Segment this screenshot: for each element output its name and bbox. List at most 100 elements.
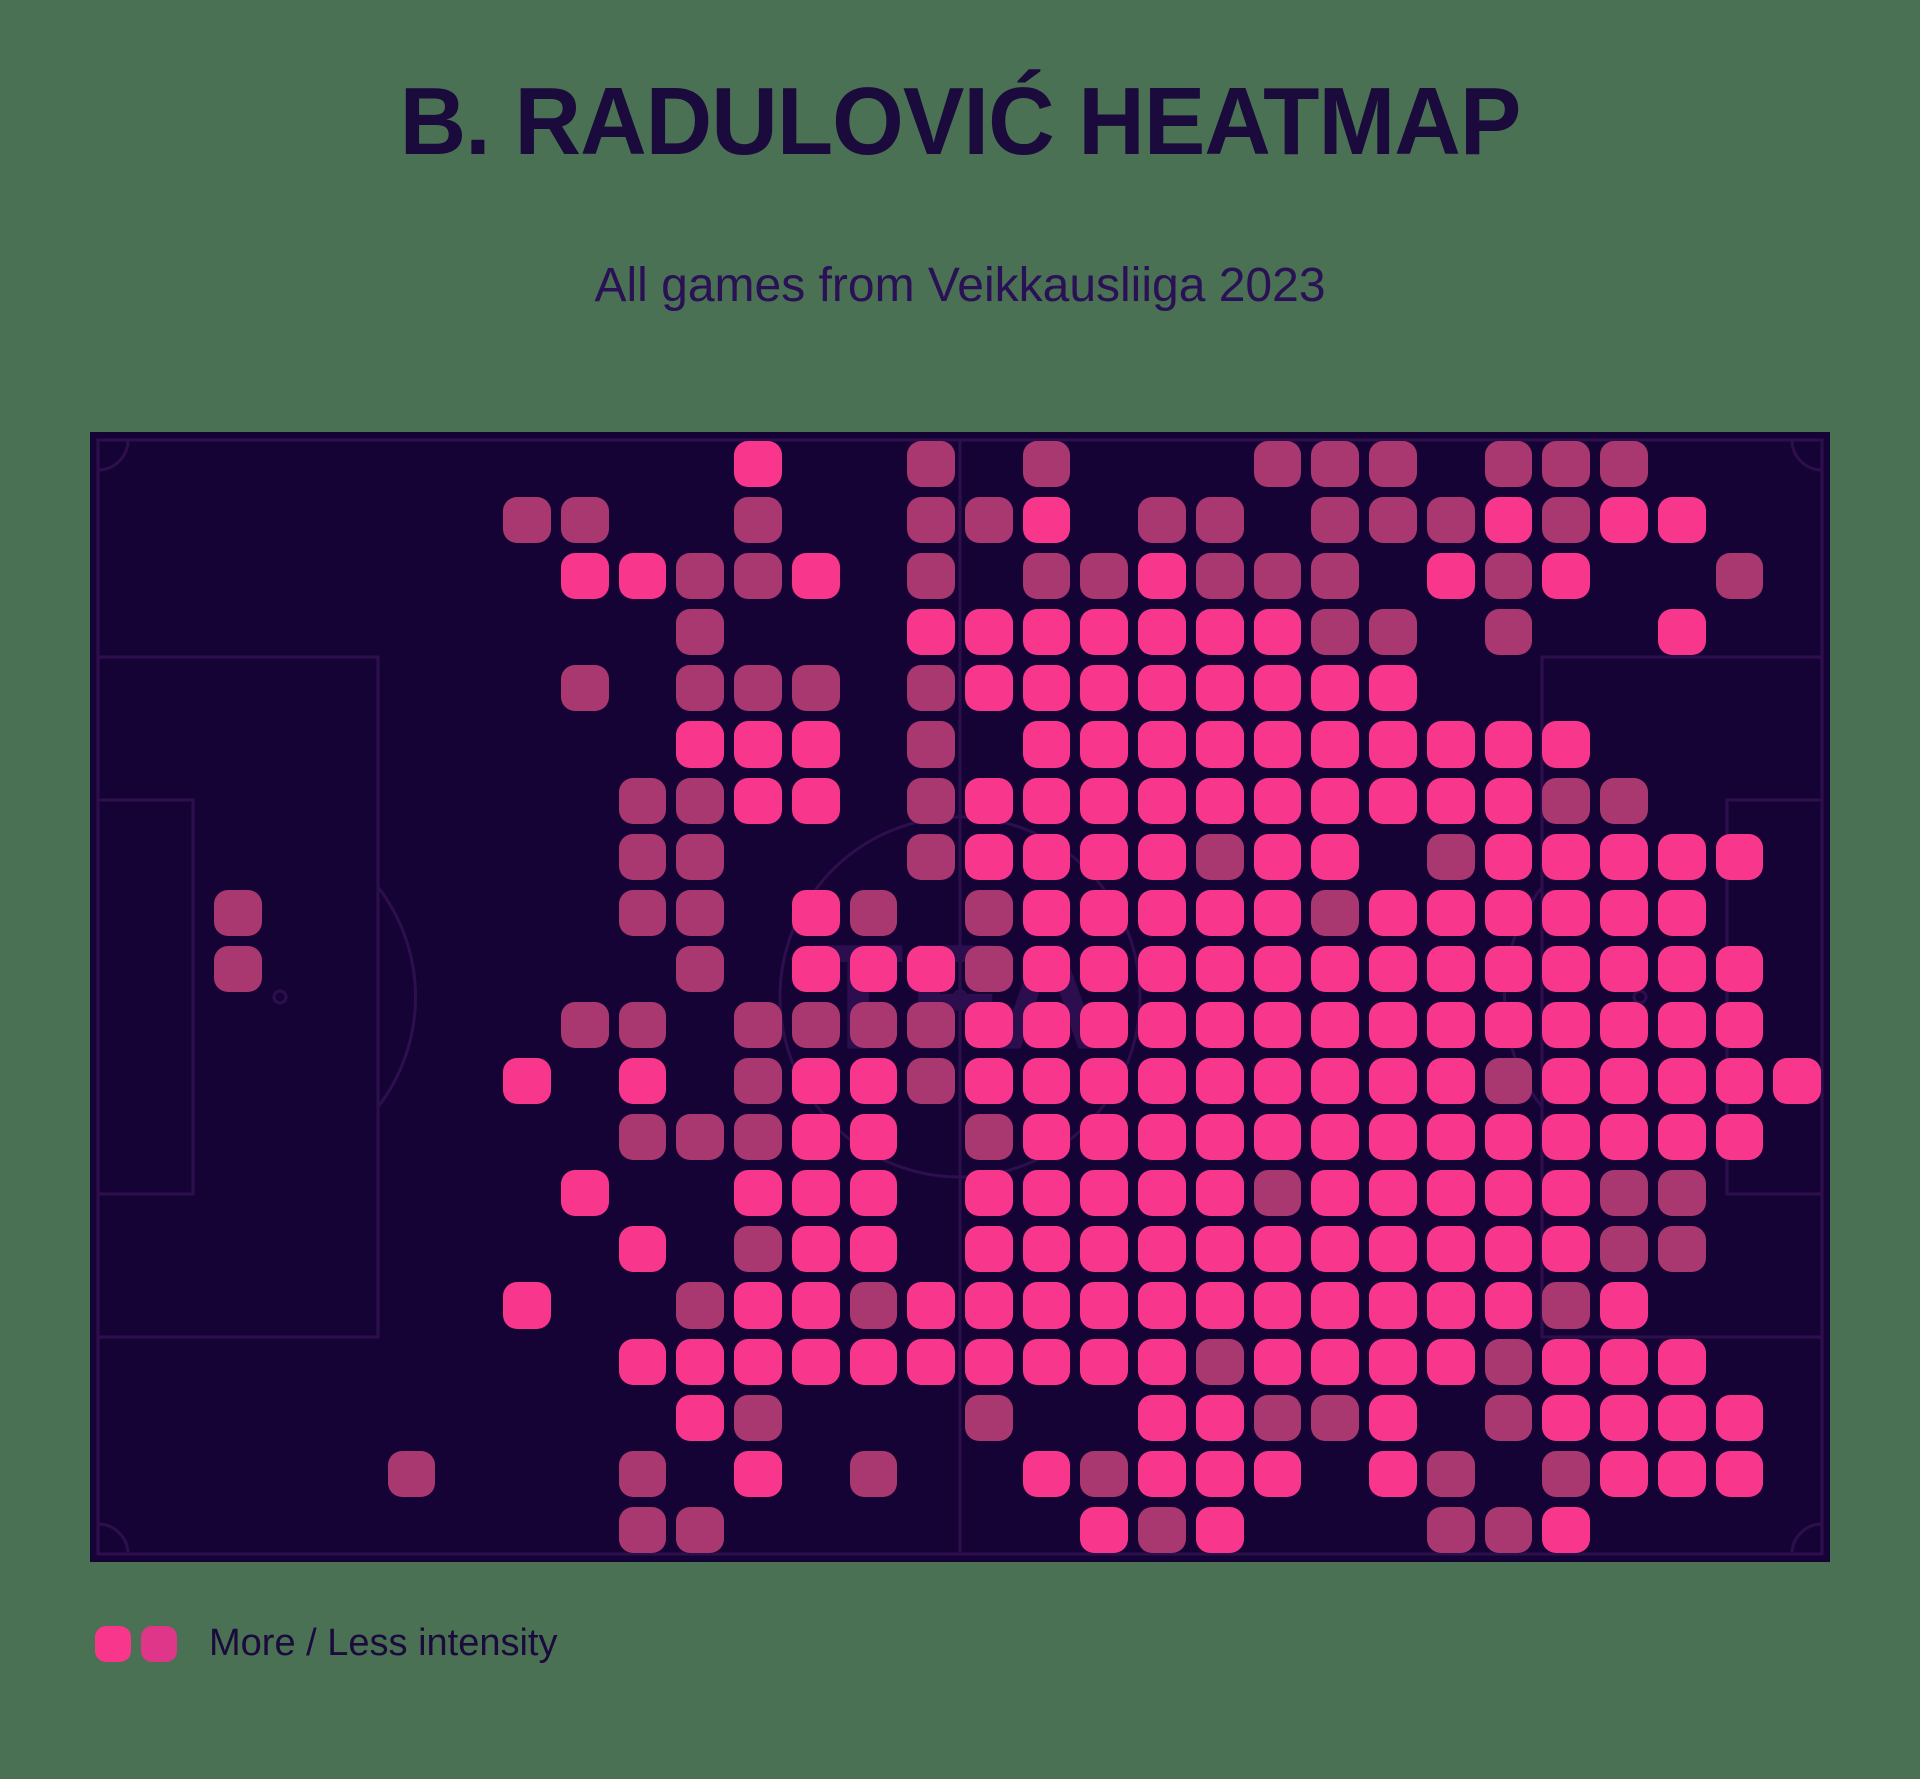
heat-cell-empty	[561, 946, 609, 992]
heat-cell	[1600, 889, 1648, 936]
heat-cell	[1369, 1170, 1417, 1217]
heat-cell	[1195, 665, 1244, 712]
heat-cell	[1426, 1001, 1475, 1049]
heat-cell	[618, 777, 667, 824]
heat-cell	[1311, 1001, 1360, 1049]
heat-cell	[1311, 1058, 1360, 1105]
heat-cell-empty	[1773, 441, 1821, 487]
page-subtitle: All games from Veikkausliiga 2023	[594, 259, 1326, 312]
heat-cell	[1426, 1226, 1475, 1273]
heat-cell	[1022, 1282, 1071, 1329]
heat-cell	[1369, 721, 1417, 768]
heat-cell	[1022, 1114, 1071, 1161]
heatmap-grid	[90, 432, 1830, 1562]
heat-cell	[907, 833, 955, 880]
heat-cell-empty	[1773, 497, 1821, 543]
heat-cell-empty	[1542, 665, 1590, 711]
heat-cell-empty	[1138, 441, 1186, 487]
heat-cell	[1311, 665, 1360, 712]
heat-cell	[503, 497, 551, 544]
heat-cell-empty	[1600, 553, 1648, 599]
heat-cell	[1195, 553, 1244, 600]
football-pitch: TFA	[90, 432, 1830, 1562]
heat-cell	[560, 665, 609, 712]
heat-cell	[1369, 889, 1417, 936]
heat-cell	[965, 777, 1013, 824]
heat-cell-empty	[445, 1170, 493, 1216]
heat-cell	[965, 665, 1013, 712]
heat-cell	[676, 1114, 725, 1161]
heat-cell-empty	[561, 1507, 609, 1553]
heat-cell-empty	[503, 1451, 551, 1497]
heat-cell-empty	[445, 1507, 493, 1553]
heat-cell	[1715, 553, 1764, 600]
heat-cell	[1542, 497, 1591, 544]
heat-cell	[1542, 1450, 1591, 1497]
heat-cell	[849, 889, 898, 936]
heat-cell-empty	[561, 778, 609, 824]
heat-cell	[1311, 1394, 1360, 1441]
heat-cell-empty	[99, 553, 147, 599]
heat-cell	[1138, 1226, 1186, 1273]
heat-cell-empty	[503, 1114, 551, 1160]
heat-cell-empty	[445, 441, 493, 487]
heat-cell	[1311, 1226, 1360, 1273]
heat-cell-empty	[272, 665, 320, 711]
heat-cell-empty	[99, 946, 147, 992]
heat-cell-empty	[445, 946, 493, 992]
heat-cell	[1657, 1114, 1706, 1161]
heat-cell-empty	[214, 721, 262, 767]
heat-cell-empty	[503, 1395, 551, 1441]
heat-cell	[1080, 1282, 1129, 1329]
heat-cell-empty	[1773, 946, 1821, 992]
heat-cell-empty	[1716, 1339, 1764, 1385]
heat-cell-empty	[214, 1002, 262, 1048]
heat-cell	[849, 1226, 898, 1273]
heat-cell-empty	[676, 1170, 724, 1216]
heat-cell-empty	[445, 721, 493, 767]
heat-cell-empty	[272, 721, 320, 767]
heat-cell	[1253, 1001, 1302, 1049]
heat-cell	[1426, 1506, 1475, 1553]
heat-cell	[1138, 1450, 1186, 1497]
heat-cell-empty	[157, 1002, 205, 1048]
heat-cell-empty	[157, 665, 205, 711]
heat-cell-empty	[1658, 441, 1706, 487]
heat-cell	[1600, 1001, 1648, 1049]
heat-cell-empty	[157, 834, 205, 880]
heat-cell-empty	[388, 441, 436, 487]
heat-cell-empty	[157, 1170, 205, 1216]
heat-cell	[907, 553, 955, 600]
heat-cell-empty	[503, 1339, 551, 1385]
heat-cell	[1022, 665, 1071, 712]
heat-cell	[791, 1114, 840, 1161]
heat-cell-empty	[388, 778, 436, 824]
heat-cell	[1657, 609, 1706, 656]
heat-cell-empty	[330, 1507, 378, 1553]
heat-cell	[1253, 1394, 1302, 1441]
heat-cell-empty	[1773, 1002, 1821, 1048]
heat-cell-empty	[330, 609, 378, 655]
legend-swatch-less	[141, 1625, 177, 1662]
heat-cell	[1542, 1338, 1591, 1385]
heat-cell	[734, 665, 782, 712]
heat-cell	[1657, 889, 1706, 936]
heat-cell	[1138, 1114, 1186, 1161]
heat-cell	[1484, 1001, 1533, 1049]
heat-cell	[1484, 553, 1533, 600]
heat-cell-empty	[734, 890, 782, 936]
heat-cell	[907, 1001, 955, 1049]
heat-cell-empty	[1773, 1226, 1821, 1272]
heat-cell-empty	[157, 1282, 205, 1328]
heat-cell	[1253, 1338, 1302, 1385]
heat-cell	[1484, 1170, 1533, 1217]
heat-cell	[1138, 553, 1186, 600]
heat-cell-empty	[1485, 665, 1533, 711]
heat-cell	[1426, 497, 1475, 544]
heat-cell-empty	[850, 834, 898, 880]
heat-cell	[1195, 1058, 1244, 1105]
heat-cell-empty	[388, 1395, 436, 1441]
heat-cell	[1022, 1338, 1071, 1385]
heat-cell	[1426, 833, 1475, 880]
heat-cell	[1600, 1282, 1648, 1329]
